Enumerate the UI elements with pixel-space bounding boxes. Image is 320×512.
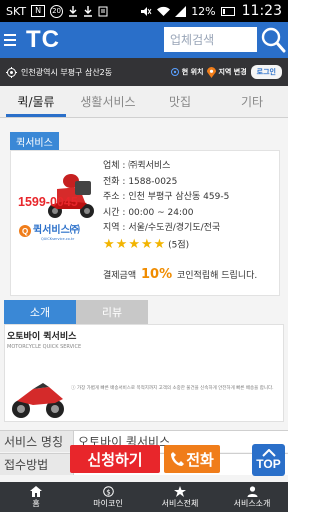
tab-quick-logistics[interactable]: 퀵/물류 — [0, 86, 72, 117]
category-label: 퀵서비스 — [10, 132, 59, 151]
coin-reward-text: 결제금액 10% 코인적립해 드립니다. — [103, 267, 257, 282]
battery-percent: 12% — [191, 4, 216, 18]
star-icon — [174, 485, 186, 497]
crosshair-icon — [170, 68, 179, 76]
company-hours: 시간 : 00:00 ~ 24:00 — [103, 207, 194, 218]
search-icon[interactable] — [260, 26, 286, 54]
change-region-button[interactable]: 지역 변경 — [207, 66, 247, 78]
location-target-icon — [6, 66, 17, 78]
detail-tabs: 소개 리뷰 — [4, 300, 284, 324]
bottom-nav: 홈 $ 마이코인 서비스전체 서비스소개 — [0, 482, 288, 512]
phone-icon — [171, 452, 185, 466]
company-address: 주소 : 인천 부평구 삼산동 459-5 — [103, 192, 230, 202]
nav-all-services[interactable]: 서비스전체 — [144, 482, 216, 512]
company-region: 지역 : 서울/수도권/경기도/전국 — [103, 223, 221, 233]
notification-count: 20 — [50, 4, 64, 18]
service-name-key: 서비스 명칭 — [0, 431, 74, 452]
rating-text: (5점) — [168, 239, 190, 250]
home-icon — [30, 485, 42, 497]
download-icon — [69, 5, 78, 17]
search-input[interactable] — [164, 27, 257, 52]
company-info: 업체 : ㈜퀵서비스 전화 : 1588-0025 주소 : 인천 부평구 삼산… — [103, 159, 229, 253]
sport-motorcycle-image — [12, 383, 64, 418]
change-region-label: 지역 변경 — [218, 68, 247, 76]
map-pin-icon — [207, 66, 217, 78]
svg-text:$: $ — [106, 488, 110, 496]
thumb-phone-text: 1599-0045 — [18, 195, 78, 209]
order-method-key: 접수방법 — [0, 454, 74, 475]
pay-prefix: 결제금액 — [103, 271, 137, 281]
intro-subtitle: MOTORCYCLE QUICK SERVICE — [7, 344, 82, 350]
download-icon-2 — [84, 5, 93, 17]
star-icon: ★ — [128, 236, 140, 252]
category-tabs: 퀵/물류 생활서비스 맛집 기타 — [0, 86, 288, 118]
current-location-text: 인천광역시 부평구 삼산2동 — [21, 67, 113, 77]
signal-icon — [175, 5, 187, 17]
n-badge-icon: N — [31, 5, 46, 17]
current-location-label: 현 위치 — [181, 68, 204, 76]
nav-all-services-label: 서비스전체 — [161, 498, 199, 508]
app-header: TC — [0, 22, 288, 58]
carrier-label: SKT — [6, 4, 27, 18]
company-thumbnail[interactable]: 1599-0045 Q 퀵서비스㈜ QUICKservice.co.kr — [17, 161, 97, 249]
pay-percent: 10% — [141, 267, 173, 282]
svg-text:Q: Q — [22, 227, 28, 236]
thumb-brand-en-text: QUICKservice.co.kr — [41, 237, 75, 241]
company-card: 1599-0045 Q 퀵서비스㈜ QUICKservice.co.kr 업체 … — [10, 150, 280, 296]
tab-life-services[interactable]: 생활서비스 — [72, 86, 144, 117]
wifi-icon — [157, 6, 171, 16]
tab-restaurants[interactable]: 맛집 — [144, 86, 216, 117]
tab-review[interactable]: 리뷰 — [76, 300, 148, 324]
company-name: 업체 : ㈜퀵서비스 — [103, 161, 171, 171]
star-icon: ★ — [115, 236, 128, 252]
star-icon: ★ — [140, 236, 153, 252]
intro-note: ⓘ 가장 가볍게 빠른 배송서비스로 목적지까지 고객의 소중한 물건을 신속하… — [71, 385, 281, 392]
nav-my-coin[interactable]: $ 마이코인 — [72, 482, 144, 512]
rating-stars: ★ ★ ★ ★ ★ — [103, 237, 165, 253]
tab-intro[interactable]: 소개 — [4, 300, 76, 324]
nav-home[interactable]: 홈 — [0, 482, 72, 512]
menu-icon[interactable] — [0, 22, 24, 58]
app-logo[interactable]: TC — [26, 26, 60, 54]
battery-icon — [220, 6, 235, 16]
thumb-brand-text: 퀵서비스㈜ — [33, 223, 80, 236]
nav-service-intro-label: 서비스소개 — [233, 498, 271, 508]
current-location-button[interactable]: 현 위치 — [170, 67, 204, 77]
apply-button[interactable]: 신청하기 — [70, 445, 160, 473]
nav-home-label: 홈 — [32, 498, 40, 508]
location-bar: 인천광역시 부평구 삼산2동 현 위치 지역 변경 로그인 — [0, 58, 288, 86]
company-rating: ★ ★ ★ ★ ★ (5점) — [103, 237, 229, 254]
top-label: TOP — [256, 457, 281, 471]
clock: 11:23 — [241, 3, 282, 19]
company-phone[interactable]: 전화 : 1588-0025 — [103, 175, 229, 191]
arrow-up-icon — [261, 449, 276, 457]
login-button[interactable]: 로그인 — [250, 65, 282, 79]
status-bar: SKT N 20 12% 11:23 — [0, 0, 288, 22]
pay-suffix: 코인적립해 드립니다. — [177, 271, 258, 281]
intro-panel: 오토바이 퀵서비스 MOTORCYCLE QUICK SERVICE ⓘ 가장 … — [4, 324, 284, 422]
scroll-top-button[interactable]: TOP — [252, 444, 285, 476]
person-icon — [247, 485, 257, 497]
tab-etc[interactable]: 기타 — [216, 86, 288, 117]
motorcycle-courier-image: 1599-0045 Q 퀵서비스㈜ QUICKservice.co.kr — [17, 161, 97, 249]
nav-my-coin-label: 마이코인 — [93, 498, 123, 508]
call-button[interactable]: 전화 — [164, 445, 220, 473]
call-label: 전화 — [186, 450, 214, 469]
notification-icon — [98, 6, 108, 16]
mute-icon — [141, 6, 152, 16]
intro-note-text: 가장 가볍게 빠른 배송서비스로 목적지까지 고객의 소중한 물건을 신속하게 … — [76, 386, 274, 391]
nav-service-intro[interactable]: 서비스소개 — [216, 482, 288, 512]
star-icon: ★ — [103, 236, 115, 252]
intro-title: 오토바이 퀵서비스 — [7, 332, 77, 342]
content-area: 퀵서비스 1599-0045 Q 퀵서비스㈜ QUICKservice.co.k… — [0, 118, 288, 482]
star-icon: ★ — [153, 236, 166, 252]
coin-icon: $ — [102, 485, 114, 497]
